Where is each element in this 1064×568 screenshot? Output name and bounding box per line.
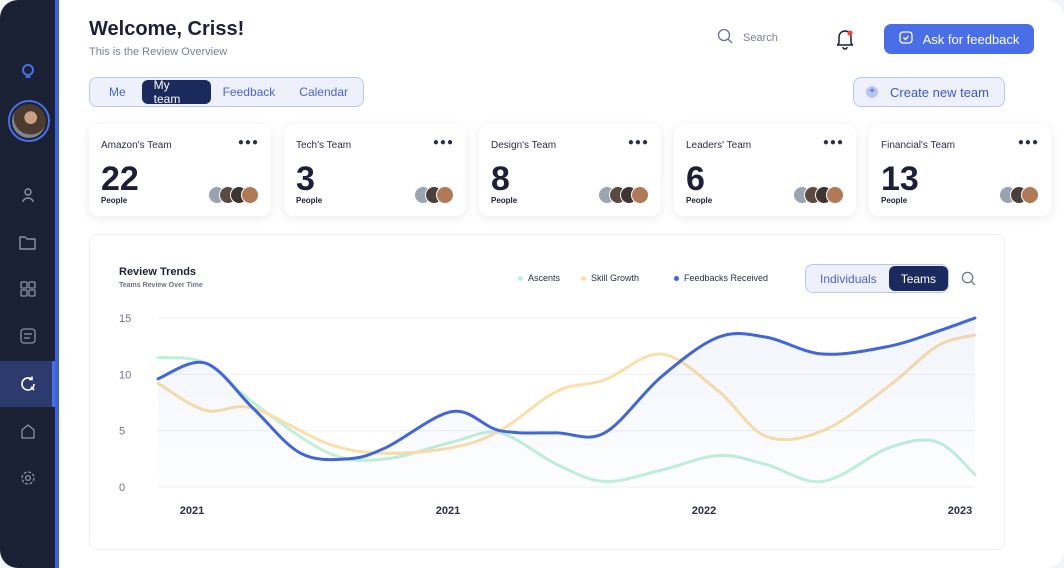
sidebar	[0, 0, 58, 568]
more-icon[interactable]: ●●●	[1018, 137, 1039, 148]
search-bar[interactable]: Search	[717, 28, 778, 47]
team-name: Financial's Team	[881, 140, 955, 151]
more-icon[interactable]: ●●●	[823, 137, 844, 148]
team-unit: People	[101, 196, 128, 205]
ask-for-feedback-label: Ask for feedback	[922, 31, 1020, 47]
avatar-stack	[999, 186, 1039, 204]
folder-icon[interactable]	[0, 219, 55, 265]
team-count: 13	[881, 160, 919, 198]
avatar-stack	[414, 186, 454, 204]
more-icon[interactable]: ●●●	[238, 137, 259, 148]
tab-bar: Me My team Feedback Calendar	[89, 77, 364, 107]
x-tick-label: 2021	[436, 505, 460, 517]
team-card[interactable]: Leaders' Team ●●● 6 People	[674, 124, 856, 216]
gear-icon[interactable]	[0, 455, 55, 501]
x-tick-label: 2023	[948, 505, 972, 517]
team-unit: People	[491, 196, 518, 205]
team-card[interactable]: Financial's Team ●●● 13 People	[869, 124, 1051, 216]
y-tick-label: 5	[119, 426, 125, 438]
bell-icon[interactable]	[835, 28, 855, 55]
ask-for-feedback-button[interactable]: Ask for feedback	[884, 24, 1034, 54]
tab-calendar[interactable]: Calendar	[287, 80, 360, 104]
team-name: Tech's Team	[296, 140, 352, 151]
main-panel: Welcome, Criss! This is the Review Overv…	[59, 0, 1064, 568]
team-name: Design's Team	[491, 140, 557, 151]
grid-icon[interactable]	[0, 266, 55, 312]
series-area-feedbacks	[158, 318, 975, 487]
avatar-stack	[793, 186, 844, 204]
line-chart: 0 5 10 15 2021 2021 2022 2023	[119, 313, 977, 517]
x-tick-label: 2022	[692, 505, 716, 517]
create-new-team-button[interactable]: + Create new team	[853, 77, 1005, 107]
avatar-stack	[208, 186, 259, 204]
logo-icon[interactable]	[0, 48, 55, 94]
review-trends-panel: Review Trends Teams Review Over Time Asc…	[89, 234, 1005, 550]
team-count: 6	[686, 160, 705, 198]
more-icon[interactable]: ●●●	[433, 137, 454, 148]
chat-icon[interactable]	[0, 313, 55, 359]
team-count: 3	[296, 160, 315, 198]
team-count: 8	[491, 160, 510, 198]
create-new-team-label: Create new team	[890, 84, 989, 100]
tab-feedback[interactable]: Feedback	[211, 80, 288, 104]
search-icon	[717, 28, 733, 47]
plus-icon: +	[866, 86, 878, 98]
team-card[interactable]: Tech's Team ●●● 3 People	[284, 124, 466, 216]
team-card[interactable]: Design's Team ●●● 8 People	[479, 124, 661, 216]
team-unit: People	[296, 196, 323, 205]
page-title: Welcome, Criss!	[89, 18, 245, 40]
user-icon[interactable]	[0, 172, 55, 218]
team-unit: People	[881, 196, 908, 205]
team-card[interactable]: Amazon's Team ●●● 22 People	[89, 124, 271, 216]
more-icon[interactable]: ●●●	[628, 137, 649, 148]
team-name: Amazon's Team	[101, 140, 172, 151]
x-tick-label: 2021	[180, 505, 204, 517]
y-tick-label: 10	[119, 369, 131, 381]
feedback-icon	[898, 30, 913, 48]
team-count: 22	[101, 160, 139, 198]
refresh-icon[interactable]	[0, 361, 55, 407]
team-unit: People	[686, 196, 713, 205]
avatar-stack	[598, 186, 649, 204]
avatar[interactable]	[8, 100, 50, 142]
team-name: Leaders' Team	[686, 140, 752, 151]
y-tick-label: 15	[119, 313, 131, 325]
tab-my-team[interactable]: My team	[141, 78, 211, 106]
home-icon[interactable]	[0, 408, 55, 454]
page-subtitle: This is the Review Overview	[89, 46, 228, 58]
tab-me[interactable]: Me	[93, 80, 142, 104]
search-input[interactable]: Search	[743, 32, 778, 44]
y-tick-label: 0	[119, 482, 125, 494]
